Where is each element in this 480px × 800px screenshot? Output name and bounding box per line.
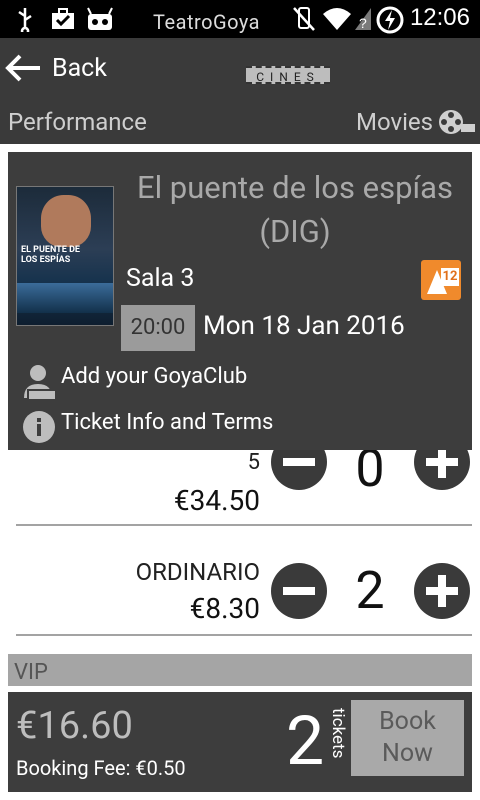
goyaclub-row[interactable]: Add your GoyaClub (16, 364, 456, 404)
film-reel-icon[interactable] (437, 106, 477, 138)
ticket-row: ORDINARIO €8.30 2 (0, 540, 480, 635)
sala-label: Sala 3 (126, 264, 195, 293)
ticket-quantity: 2 (355, 560, 385, 621)
book-now-line1: Book (379, 707, 436, 736)
booking-bar: €16.60 Booking Fee: €0.50 2 tickets Book… (8, 692, 472, 792)
minus-icon (283, 587, 315, 595)
row-divider (16, 524, 472, 526)
movie-title: El puente de los espías (DIG) (136, 169, 454, 250)
usb-icon (18, 8, 32, 32)
poster-face (41, 195, 91, 247)
vibrate-off-icon (293, 7, 315, 31)
ticket-count: 2 (286, 701, 325, 781)
cines-logo: CINES (246, 66, 330, 84)
android-icon (87, 7, 113, 30)
ticket-info-label: Ticket Info and Terms (61, 410, 274, 435)
ticket-price: €8.30 (189, 592, 260, 625)
movie-poster[interactable]: EL PUENTE DE LOS ESPÍAS (16, 186, 114, 326)
age-rating-number: 12 (441, 268, 459, 286)
no-signal-icon: ? (355, 8, 371, 31)
info-icon (23, 411, 55, 443)
book-now-line2: Now (382, 739, 433, 768)
tab-movies[interactable]: Movies (356, 108, 433, 136)
wifi-icon (323, 8, 351, 30)
briefcase-check-icon (52, 8, 74, 29)
clock: 12:06 (409, 4, 470, 31)
poster-bridge (17, 283, 113, 313)
ticket-row: 5 €34.50 0 (0, 450, 480, 530)
plus-icon-vertical (438, 575, 446, 607)
showtime: 20:00 (121, 305, 195, 351)
section-header-vip: VIP (8, 654, 472, 686)
action-bar: Back (0, 38, 480, 100)
back-button[interactable]: Back (52, 54, 107, 83)
ticket-quantity: 0 (355, 450, 385, 499)
book-now-button[interactable]: Book Now (351, 700, 464, 776)
user-card-icon (24, 365, 57, 401)
ticket-type-name: 5 (247, 450, 260, 475)
battery-charging-icon (376, 6, 404, 34)
movie-card: EL PUENTE DE LOS ESPÍAS El puente de los… (8, 152, 472, 450)
minus-icon (283, 458, 315, 466)
goyaclub-label: Add your GoyaClub (61, 364, 248, 389)
increase-quantity-button[interactable] (414, 563, 470, 619)
plus-icon-vertical (438, 450, 446, 478)
total-price: €16.60 (16, 704, 133, 748)
ticket-info-row[interactable]: Ticket Info and Terms (16, 410, 456, 448)
increase-quantity-button[interactable] (414, 450, 470, 490)
age-rating-badge: 12 (421, 260, 461, 300)
tab-performance[interactable]: Performance (8, 108, 147, 136)
decrease-quantity-button[interactable] (271, 450, 327, 490)
row-divider (16, 634, 472, 636)
ticket-price: €34.50 (173, 484, 260, 517)
ticket-type-name: ORDINARIO (135, 558, 260, 586)
back-arrow-icon[interactable] (4, 53, 42, 83)
teatro-goya-logo: TeatroGoya (153, 10, 261, 34)
decrease-quantity-button[interactable] (271, 563, 327, 619)
show-date: Mon 18 Jan 2016 (203, 311, 405, 341)
tickets-label: tickets (328, 708, 348, 759)
poster-title: EL PUENTE DE LOS ESPÍAS (21, 245, 80, 265)
section-header-label: VIP (14, 660, 48, 685)
tabs-bar: Performance Movies (0, 100, 480, 144)
booking-fee: Booking Fee: €0.50 (16, 756, 186, 780)
svg-text:?: ? (359, 15, 367, 31)
